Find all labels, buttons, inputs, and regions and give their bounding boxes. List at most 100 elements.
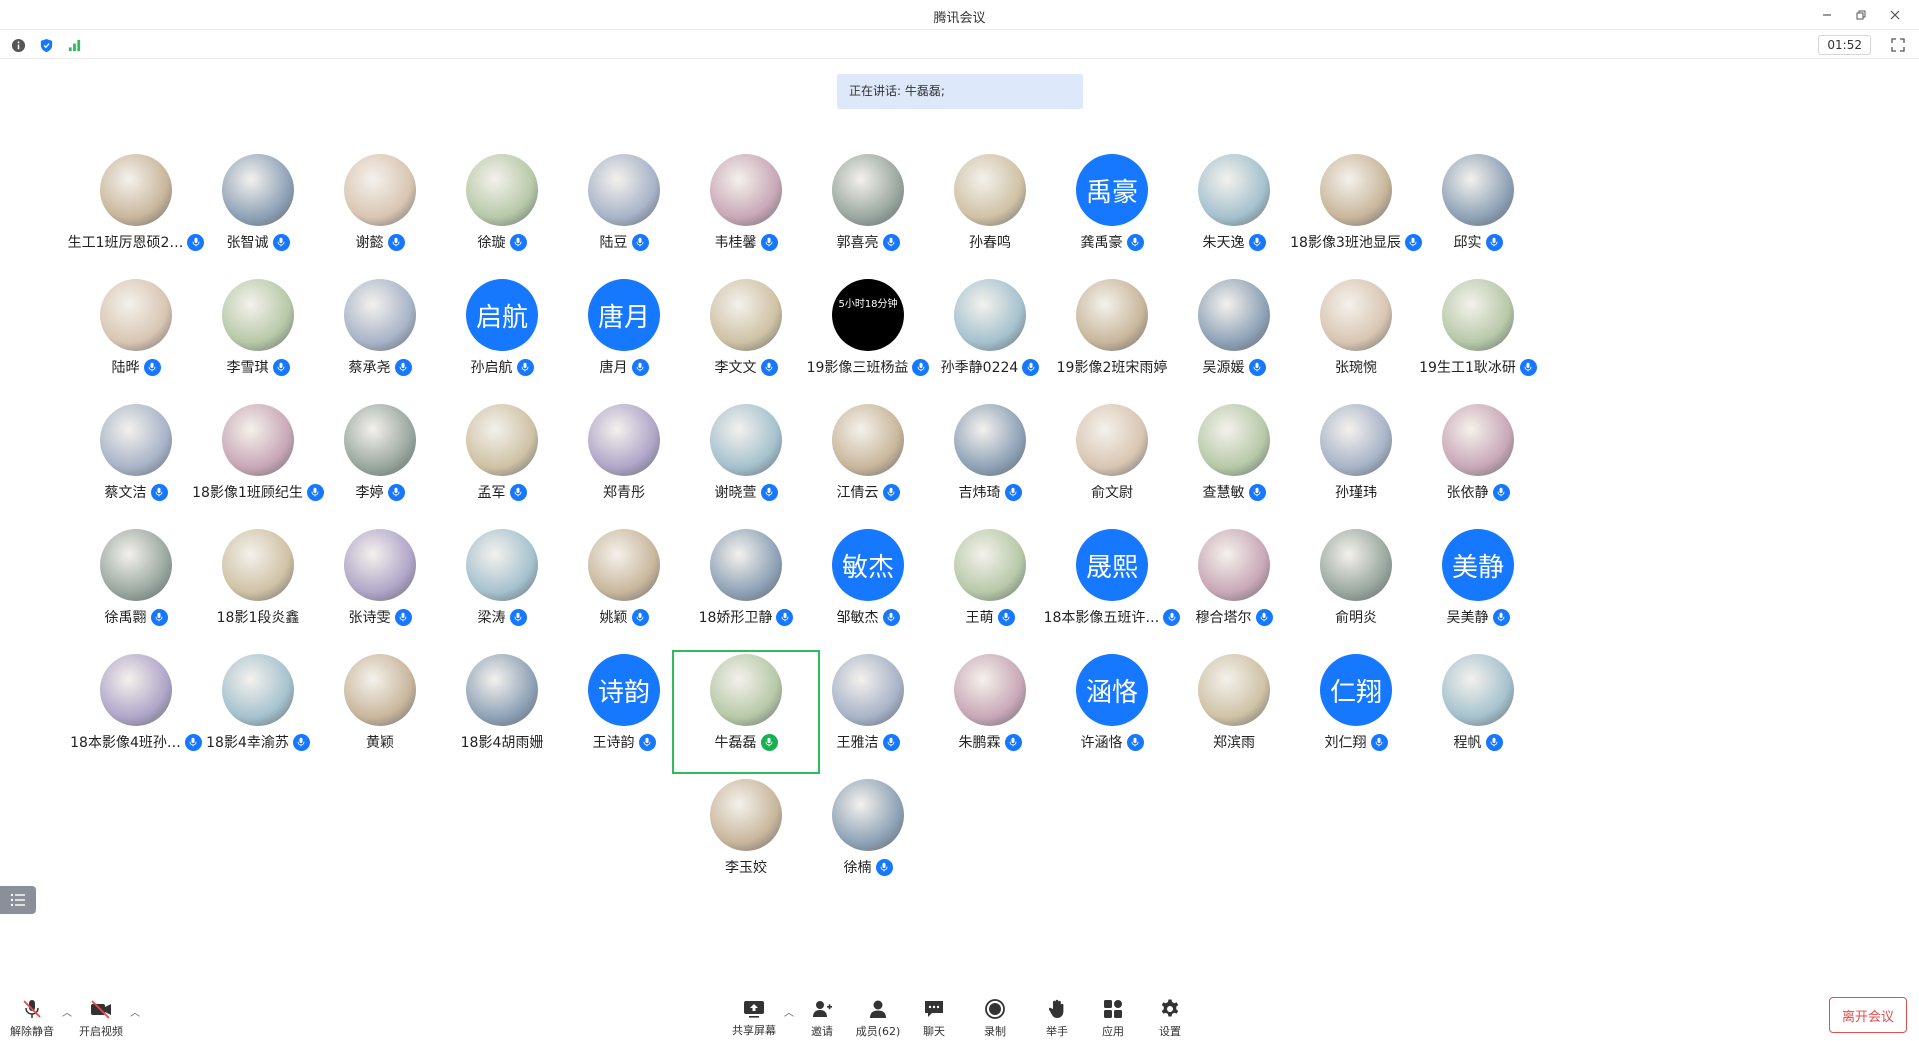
participant-name: 俞明炎 xyxy=(1335,610,1377,626)
participant-tile[interactable]: 徐楠 xyxy=(794,775,942,899)
unmute-button[interactable]: 解除静音 xyxy=(2,998,62,1038)
share-screen-icon xyxy=(744,1000,764,1018)
avatar xyxy=(954,654,1026,726)
avatar xyxy=(832,154,904,226)
avatar xyxy=(1320,404,1392,476)
avatar xyxy=(588,404,660,476)
participant-name: 龚禹豪 xyxy=(1080,235,1123,251)
mic-icon xyxy=(1248,233,1266,251)
mic-icon xyxy=(272,358,290,376)
participant-name: 姚颖 xyxy=(599,610,628,626)
avatar xyxy=(710,654,782,726)
avatar xyxy=(100,154,172,226)
participant-name: 孙季静0224 xyxy=(940,360,1019,376)
avatar xyxy=(1076,279,1148,351)
apps-button[interactable]: 应用 xyxy=(1083,998,1143,1038)
mic-speaking-icon xyxy=(760,733,778,751)
participant-name: 18影1段炎鑫 xyxy=(216,610,300,626)
avatar xyxy=(588,529,660,601)
mic-icon xyxy=(1004,483,1022,501)
members-label: 成员(62) xyxy=(855,1025,901,1038)
participant-name: 18影4胡雨姗 xyxy=(460,735,544,751)
avatar xyxy=(1320,279,1392,351)
invite-button[interactable]: 邀请 xyxy=(792,998,852,1038)
members-button[interactable]: 成员(62) xyxy=(848,998,908,1038)
gear-icon xyxy=(1161,999,1179,1017)
start-video-button[interactable]: 开启视频 xyxy=(71,998,131,1038)
participant-tile[interactable]: 张依静 xyxy=(1404,400,1552,524)
participant-name: 谢懿 xyxy=(355,235,384,251)
avatar xyxy=(1198,279,1270,351)
participant-name: 19生工1耿冰研 xyxy=(1419,360,1516,376)
avatar xyxy=(954,154,1026,226)
participant-name: 18影像3班池显辰 xyxy=(1290,235,1401,251)
record-button[interactable]: 录制 xyxy=(965,998,1025,1038)
mic-icon xyxy=(1492,483,1510,501)
share-screen-button[interactable]: 共享屏幕 xyxy=(724,998,784,1038)
mic-icon xyxy=(1248,358,1266,376)
participant-name: 生工1班厉恩硕2… xyxy=(67,235,184,251)
raise-hand-button[interactable]: 举手 xyxy=(1027,998,1087,1038)
mic-icon xyxy=(997,608,1015,626)
mic-icon xyxy=(387,233,405,251)
mic-icon xyxy=(143,358,161,376)
avatar: 涵恪 xyxy=(1076,654,1148,726)
avatar xyxy=(222,529,294,601)
participant-name: 谢晓萱 xyxy=(714,485,757,501)
participant-name: 穆合塔尔 xyxy=(1195,610,1252,626)
participant-name: 刘仁翔 xyxy=(1324,735,1367,751)
participant-name: 王萌 xyxy=(965,610,994,626)
participant-name: 唐月 xyxy=(599,360,628,376)
settings-button[interactable]: 设置 xyxy=(1140,998,1200,1038)
mic-icon xyxy=(875,858,893,876)
participant-name: 李玉姣 xyxy=(725,860,767,876)
chat-button[interactable]: 聊天 xyxy=(904,998,964,1038)
avatar: 敏杰 xyxy=(832,529,904,601)
participant-tile[interactable]: 邱实 xyxy=(1404,150,1552,274)
avatar xyxy=(1320,154,1392,226)
participant-name: 徐禹翾 xyxy=(104,610,147,626)
participant-name: 陆晔 xyxy=(111,360,140,376)
participant-name: 韦桂馨 xyxy=(714,235,757,251)
settings-label: 设置 xyxy=(1159,1025,1181,1038)
participant-tile[interactable]: 美静 吴美静 xyxy=(1404,525,1552,649)
avatar xyxy=(344,404,416,476)
video-options-caret[interactable]: ︿ xyxy=(130,1004,140,1019)
participant-tile[interactable]: 程帆 xyxy=(1404,650,1552,774)
mic-icon xyxy=(1519,358,1537,376)
participant-grid: 生工1班厉恩硕2… 张智诚 谢懿 徐璇 陆豆 韦桂馨 郭喜亮 孙春鸣 禹豪 龚禹豪 朱天逸 18影像3… xyxy=(0,0,1919,1041)
participant-name: 郭喜亮 xyxy=(836,235,879,251)
avatar xyxy=(710,404,782,476)
participant-tile[interactable]: 19生工1耿冰研 xyxy=(1404,275,1552,399)
participant-name: 18娇形卫静 xyxy=(698,610,773,626)
avatar: 美静 xyxy=(1442,529,1514,601)
participant-name: 张琬惋 xyxy=(1335,360,1377,376)
avatar xyxy=(954,529,1026,601)
mic-icon xyxy=(1004,733,1022,751)
avatar xyxy=(100,279,172,351)
participant-list-toggle[interactable] xyxy=(0,886,36,914)
participant-name: 郑滨雨 xyxy=(1213,735,1255,751)
list-icon xyxy=(10,893,25,907)
participant-name: 程帆 xyxy=(1453,735,1482,751)
apps-label: 应用 xyxy=(1102,1025,1124,1038)
participant-name: 孙启航 xyxy=(470,360,513,376)
participant-name: 朱天逸 xyxy=(1202,235,1245,251)
add-user-icon xyxy=(813,1001,832,1017)
leave-meeting-button[interactable]: 离开会议 xyxy=(1829,997,1907,1033)
avatar xyxy=(344,279,416,351)
chat-label: 聊天 xyxy=(923,1025,945,1038)
avatar xyxy=(1442,654,1514,726)
avatar: 诗韵 xyxy=(588,654,660,726)
participant-name: 李婷 xyxy=(355,485,384,501)
participant-name: 吉炜琦 xyxy=(958,485,1001,501)
participant-name: 张依静 xyxy=(1446,485,1489,501)
invite-label: 邀请 xyxy=(811,1025,833,1038)
mic-icon xyxy=(509,483,527,501)
raise-hand-label: 举手 xyxy=(1046,1025,1068,1038)
avatar: 启航 xyxy=(466,279,538,351)
participant-name: 许涵恪 xyxy=(1080,735,1123,751)
mic-icon xyxy=(1485,233,1503,251)
avatar: 仁翔 xyxy=(1320,654,1392,726)
participant-name: 孙春鸣 xyxy=(969,235,1011,251)
